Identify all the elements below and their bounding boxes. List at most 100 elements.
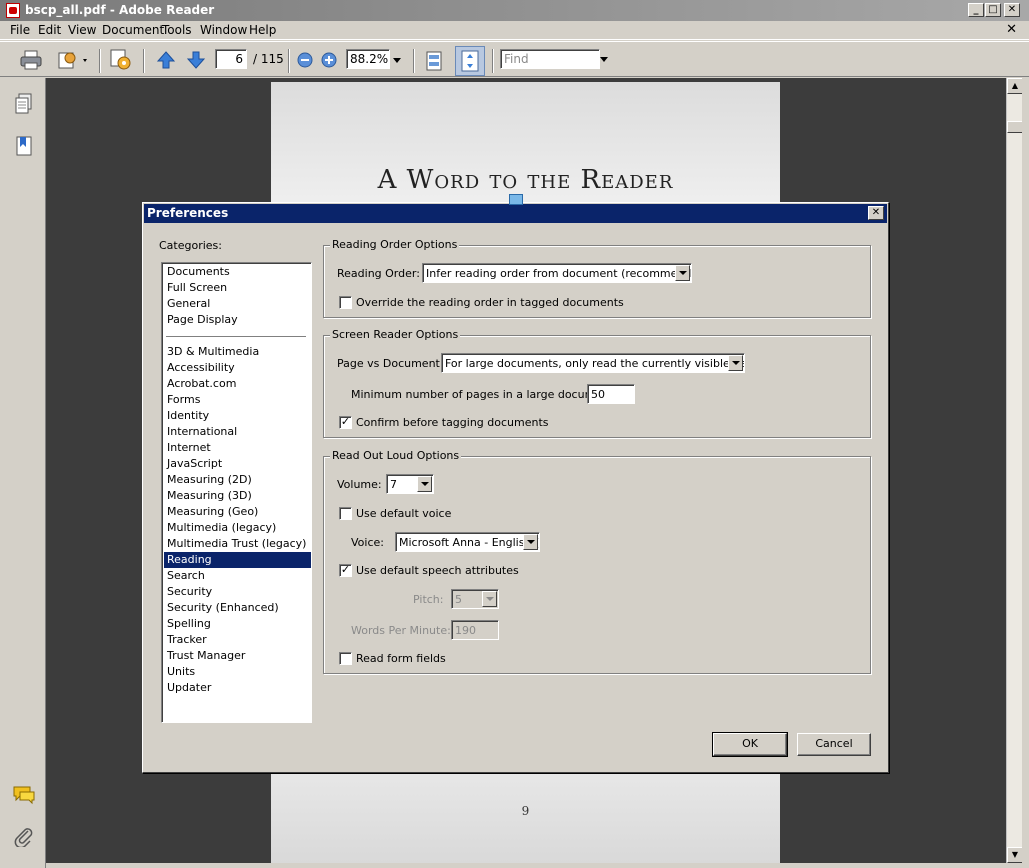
- category-security-enhanced[interactable]: Security (Enhanced): [164, 600, 311, 616]
- scroll-up-button[interactable]: ▲: [1007, 78, 1023, 94]
- close-document-icon[interactable]: ✕: [1006, 22, 1017, 37]
- category-javascript[interactable]: JavaScript: [164, 456, 311, 472]
- minimize-button[interactable]: _: [968, 3, 984, 17]
- bookmarks-panel-icon[interactable]: [13, 134, 35, 158]
- comments-icon[interactable]: [11, 784, 37, 806]
- previous-page-arrow-icon[interactable]: [154, 49, 178, 71]
- category-units[interactable]: Units: [164, 664, 311, 680]
- menu-bar: File Edit View Document Tools Window Hel…: [0, 21, 1029, 40]
- dialog-close-button[interactable]: ✕: [868, 206, 884, 220]
- category-documents[interactable]: Documents: [164, 264, 311, 280]
- find-input[interactable]: Find: [500, 49, 600, 69]
- print-icon[interactable]: [18, 49, 44, 71]
- cancel-button[interactable]: Cancel: [797, 733, 871, 756]
- next-page-arrow-icon[interactable]: [184, 49, 208, 71]
- window-frame-bottom: [46, 863, 1029, 868]
- page-number-footer: 9: [521, 804, 530, 818]
- use-default-speech-checkbox[interactable]: ✓: [339, 564, 352, 577]
- min-pages-label: Minimum number of pages in a large docum…: [351, 388, 618, 401]
- scrollbar-thumb[interactable]: [1007, 121, 1023, 133]
- use-default-voice-checkbox[interactable]: [339, 507, 352, 520]
- fit-page-icon[interactable]: [455, 46, 485, 76]
- page-number-input[interactable]: 6: [215, 49, 247, 69]
- ok-button[interactable]: OK: [712, 732, 788, 757]
- category-forms[interactable]: Forms: [164, 392, 311, 408]
- menu-window[interactable]: Window: [200, 23, 247, 37]
- category-general[interactable]: General: [164, 296, 311, 312]
- pitch-label: Pitch:: [413, 593, 444, 606]
- resize-handle-icon[interactable]: [509, 194, 523, 205]
- category-identity[interactable]: Identity: [164, 408, 311, 424]
- menu-tools[interactable]: Tools: [162, 23, 192, 37]
- create-pdf-icon[interactable]: [56, 49, 92, 71]
- category-3d-multimedia[interactable]: 3D & Multimedia: [164, 344, 311, 360]
- vertical-scrollbar[interactable]: ▲ ▼: [1006, 78, 1023, 863]
- volume-select[interactable]: 7: [386, 474, 434, 494]
- category-accessibility[interactable]: Accessibility: [164, 360, 311, 376]
- category-trust-manager[interactable]: Trust Manager: [164, 648, 311, 664]
- category-page-display[interactable]: Page Display: [164, 312, 311, 328]
- category-multimedia-trust-legacy[interactable]: Multimedia Trust (legacy): [164, 536, 311, 552]
- zoom-in-icon[interactable]: [321, 52, 337, 68]
- confirm-tagging-label: Confirm before tagging documents: [356, 416, 549, 429]
- category-measuring-3d[interactable]: Measuring (3D): [164, 488, 311, 504]
- toolbar: 6 / 115 88.2% Find: [0, 41, 1029, 77]
- category-full-screen[interactable]: Full Screen: [164, 280, 311, 296]
- read-form-fields-checkbox[interactable]: [339, 652, 352, 665]
- words-per-minute-input[interactable]: 190: [451, 620, 499, 640]
- page-vs-document-select[interactable]: For large documents, only read the curre…: [441, 353, 745, 373]
- reading-order-select[interactable]: Infer reading order from document (recom…: [422, 263, 692, 283]
- zoom-out-icon[interactable]: [297, 52, 313, 68]
- preferences-dialog: Preferences ✕ Categories: Documents Full…: [142, 202, 889, 773]
- category-tracker[interactable]: Tracker: [164, 632, 311, 648]
- pitch-select[interactable]: 5: [451, 589, 499, 609]
- find-dropdown-icon[interactable]: [599, 54, 609, 64]
- dialog-titlebar: Preferences ✕: [144, 204, 887, 223]
- category-measuring-geo[interactable]: Measuring (Geo): [164, 504, 311, 520]
- volume-label: Volume:: [337, 478, 382, 491]
- category-security[interactable]: Security: [164, 584, 311, 600]
- dialog-title: Preferences: [147, 206, 229, 220]
- read-out-loud-group: Read Out Loud Options Volume: 7 Use defa…: [323, 449, 871, 674]
- pitch-value: 5: [455, 593, 462, 606]
- menu-help[interactable]: Help: [249, 23, 276, 37]
- zoom-dropdown-icon[interactable]: [391, 54, 403, 66]
- category-internet[interactable]: Internet: [164, 440, 311, 456]
- category-updater[interactable]: Updater: [164, 680, 311, 696]
- volume-value: 7: [390, 478, 397, 491]
- window-frame-right: [1022, 78, 1029, 868]
- reading-order-group: Reading Order Options Reading Order: Inf…: [323, 238, 871, 318]
- chevron-down-icon: [675, 265, 690, 281]
- scrolling-mode-icon[interactable]: [421, 49, 447, 73]
- category-spelling[interactable]: Spelling: [164, 616, 311, 632]
- voice-label: Voice:: [351, 536, 384, 549]
- voice-select[interactable]: Microsoft Anna - English (: [395, 532, 540, 552]
- reading-order-group-title: Reading Order Options: [330, 238, 460, 251]
- category-multimedia-legacy[interactable]: Multimedia (legacy): [164, 520, 311, 536]
- category-search[interactable]: Search: [164, 568, 311, 584]
- reading-order-label: Reading Order:: [337, 267, 420, 280]
- category-international[interactable]: International: [164, 424, 311, 440]
- collaborate-icon[interactable]: [107, 47, 135, 73]
- menu-view[interactable]: View: [68, 23, 96, 37]
- category-measuring-2d[interactable]: Measuring (2D): [164, 472, 311, 488]
- category-reading[interactable]: Reading: [164, 552, 311, 568]
- page-vs-document-value: For large documents, only read the curre…: [445, 357, 745, 370]
- category-acrobat-com[interactable]: Acrobat.com: [164, 376, 311, 392]
- menu-file[interactable]: File: [10, 23, 30, 37]
- min-pages-input[interactable]: 50: [587, 384, 635, 404]
- attachment-paperclip-icon[interactable]: [11, 826, 37, 848]
- voice-value: Microsoft Anna - English (: [399, 536, 540, 549]
- confirm-tagging-checkbox[interactable]: ✓: [339, 416, 352, 429]
- categories-list[interactable]: Documents Full Screen General Page Displ…: [161, 262, 312, 723]
- menu-edit[interactable]: Edit: [38, 23, 61, 37]
- pages-panel-icon[interactable]: [13, 92, 35, 116]
- screen-reader-group: Screen Reader Options Page vs Document: …: [323, 328, 871, 438]
- words-per-minute-label: Words Per Minute:: [351, 624, 451, 637]
- zoom-input[interactable]: 88.2%: [346, 49, 390, 69]
- override-reading-order-checkbox[interactable]: [339, 296, 352, 309]
- menu-document[interactable]: Document: [102, 23, 164, 37]
- scroll-down-button[interactable]: ▼: [1007, 847, 1023, 863]
- close-window-button[interactable]: ✕: [1004, 3, 1020, 17]
- maximize-button[interactable]: □: [985, 3, 1001, 17]
